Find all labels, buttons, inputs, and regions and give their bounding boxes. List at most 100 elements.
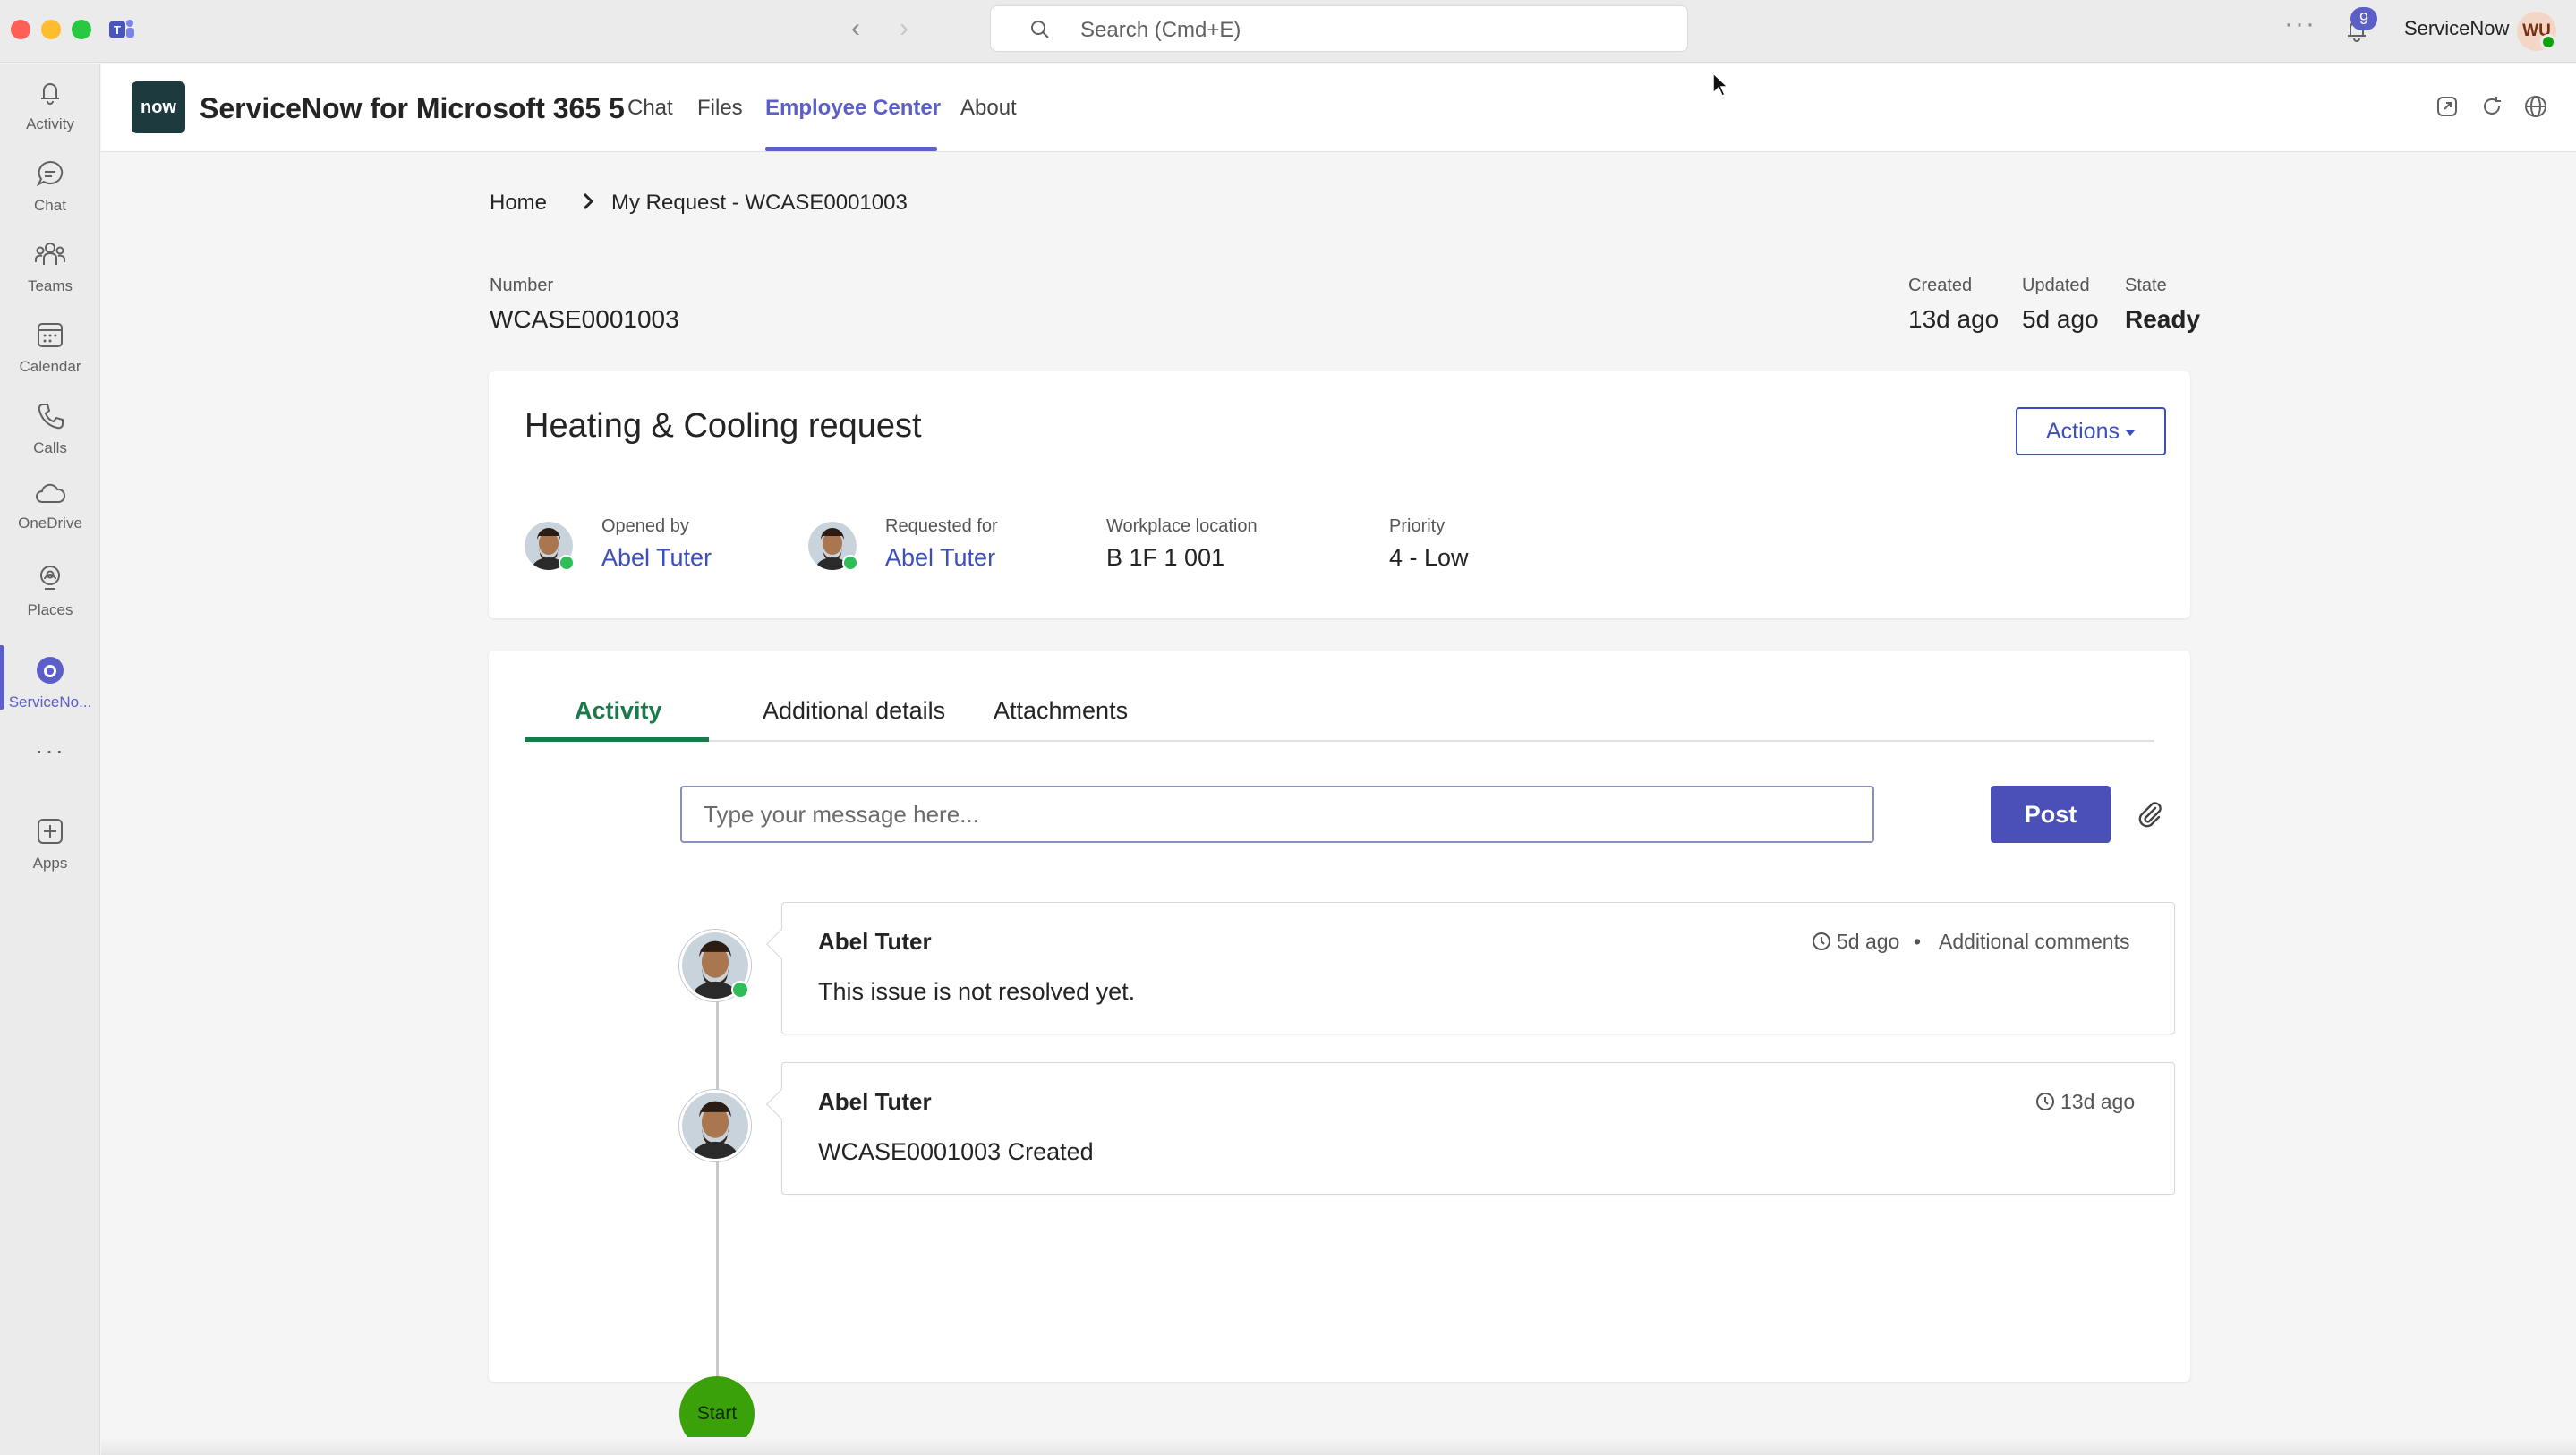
rail-item-servicenow[interactable]: ServiceNo... bbox=[0, 654, 100, 711]
presence-available-icon bbox=[2540, 34, 2556, 50]
priority-label: Priority bbox=[1389, 516, 1446, 536]
post-button[interactable]: Post bbox=[1991, 786, 2111, 843]
activity-entry: Abel Tuter 5d ago • Additional comments … bbox=[766, 902, 2175, 1034]
rail-label: ServiceNo... bbox=[8, 693, 92, 710]
message-input[interactable] bbox=[680, 786, 1874, 843]
created-value: 13d ago bbox=[1908, 305, 2000, 333]
entry-body: WCASE0001003 Created bbox=[818, 1138, 1094, 1165]
org-name[interactable]: ServiceNow bbox=[2404, 17, 2509, 40]
opened-by-link[interactable]: Abel Tuter bbox=[601, 544, 712, 572]
workplace-location-value: B 1F 1 001 bbox=[1106, 544, 1225, 571]
search-placeholder: Search (Cmd+E) bbox=[1080, 18, 1241, 42]
caret-down-icon bbox=[2124, 429, 2136, 436]
tab-employee-center[interactable]: Employee Center bbox=[765, 96, 941, 121]
tab-attachments[interactable]: Attachments bbox=[994, 697, 1128, 725]
rail-item-calls[interactable]: Calls bbox=[0, 400, 100, 457]
notification-count-badge: 9 bbox=[2350, 7, 2377, 30]
refresh-icon[interactable] bbox=[2479, 94, 2504, 119]
zoom-window-button[interactable] bbox=[72, 20, 91, 39]
servicenow-logo: now bbox=[132, 81, 185, 133]
minimize-window-button[interactable] bbox=[41, 20, 61, 39]
back-icon[interactable]: ‹ bbox=[840, 13, 872, 45]
entry-time-text: 5d ago bbox=[1837, 930, 1900, 953]
actions-button[interactable]: Actions bbox=[2016, 407, 2166, 455]
rail-item-calendar[interactable]: Calendar bbox=[0, 319, 100, 376]
state-value: Ready bbox=[2125, 305, 2201, 333]
entry-separator: • bbox=[1914, 930, 1922, 953]
request-summary-card: Heating & Cooling request Actions Opened… bbox=[489, 371, 2190, 618]
entry-body: This issue is not resolved yet. bbox=[818, 978, 1136, 1005]
presence-available-icon bbox=[559, 555, 575, 571]
rail-item-apps[interactable]: Apps bbox=[0, 815, 100, 872]
chat-icon bbox=[36, 160, 64, 187]
svg-text:T: T bbox=[114, 23, 121, 37]
window-bottom-edge bbox=[101, 1437, 2576, 1455]
globe-icon[interactable] bbox=[2523, 94, 2548, 119]
rail-label: Chat bbox=[34, 197, 66, 214]
main-content: Home My Request - WCASE0001003 Number WC… bbox=[101, 153, 2576, 1455]
avatar bbox=[679, 1090, 751, 1161]
created-label: Created bbox=[1908, 276, 1973, 295]
close-window-button[interactable] bbox=[11, 20, 30, 39]
presence-available-icon bbox=[842, 555, 858, 571]
requested-for-link[interactable]: Abel Tuter bbox=[885, 544, 995, 572]
updated-label: Updated bbox=[2022, 276, 2090, 295]
breadcrumb-home[interactable]: Home bbox=[490, 191, 547, 216]
rail-label: OneDrive bbox=[18, 515, 82, 532]
entry-timestamp: 13d ago bbox=[2035, 1090, 2135, 1114]
bell-icon bbox=[41, 83, 59, 105]
search-bar[interactable]: Search (Cmd+E) bbox=[990, 5, 1688, 52]
rail-label: Apps bbox=[32, 855, 68, 872]
timeline-line bbox=[716, 945, 719, 1379]
state-label: State bbox=[2125, 276, 2167, 295]
opened-by-label: Opened by bbox=[601, 516, 689, 536]
servicenow-icon bbox=[37, 657, 64, 684]
more-apps-icon[interactable]: ··· bbox=[0, 736, 100, 765]
activity-entry: Abel Tuter 13d ago WCASE0001003 Created bbox=[766, 1062, 2175, 1195]
more-options-icon[interactable]: ··· bbox=[2284, 9, 2316, 39]
person-photo-icon bbox=[682, 1093, 748, 1159]
tab-chat[interactable]: Chat bbox=[627, 96, 673, 121]
search-icon bbox=[1031, 21, 1049, 38]
rail-item-activity[interactable]: Activity bbox=[0, 76, 100, 133]
rail-item-chat[interactable]: Chat bbox=[0, 157, 100, 215]
rail-item-teams[interactable]: Teams bbox=[0, 238, 100, 295]
tab-files[interactable]: Files bbox=[697, 96, 743, 121]
rail-label: Calls bbox=[33, 439, 67, 456]
rail-label: Teams bbox=[27, 277, 73, 294]
priority-value: 4 - Low bbox=[1389, 544, 1469, 571]
rail-label: Calendar bbox=[19, 358, 81, 375]
places-icon bbox=[40, 566, 60, 590]
teams-icon bbox=[35, 242, 65, 265]
entry-timestamp: 5d ago bbox=[1812, 930, 1899, 954]
tab-activity[interactable]: Activity bbox=[575, 697, 662, 725]
chevron-right-icon bbox=[583, 192, 594, 210]
mouse-cursor-icon bbox=[1712, 72, 1729, 97]
requested-for-label: Requested for bbox=[885, 516, 998, 536]
clock-icon bbox=[1813, 932, 1830, 950]
clock-icon bbox=[2036, 1093, 2054, 1110]
updated-value: 5d ago bbox=[2022, 305, 2099, 333]
paperclip-icon[interactable] bbox=[2134, 798, 2166, 830]
presence-available-icon bbox=[731, 981, 749, 999]
title-bar: T ‹ › Search (Cmd+E) ··· 9 ServiceNow WU bbox=[0, 0, 2576, 63]
app-title: ServiceNow for Microsoft 365 5 bbox=[200, 92, 625, 124]
entry-author: Abel Tuter bbox=[818, 928, 932, 955]
workplace-location-label: Workplace location bbox=[1106, 516, 1258, 536]
active-tab-indicator bbox=[525, 737, 709, 742]
add-app-icon bbox=[38, 819, 63, 844]
active-tab-indicator bbox=[765, 147, 937, 151]
request-title: Heating & Cooling request bbox=[525, 407, 922, 445]
rail-item-onedrive[interactable]: OneDrive bbox=[0, 481, 100, 532]
app-header: now ServiceNow for Microsoft 365 5 Chat … bbox=[101, 64, 2576, 152]
forward-icon[interactable]: › bbox=[888, 13, 920, 45]
tab-additional-details[interactable]: Additional details bbox=[763, 697, 945, 725]
entry-type: Additional comments bbox=[1939, 930, 2130, 953]
popout-icon[interactable] bbox=[2435, 94, 2460, 119]
phone-icon bbox=[38, 404, 64, 430]
tab-about[interactable]: About bbox=[960, 96, 1017, 121]
rail-item-places[interactable]: Places bbox=[0, 562, 100, 619]
case-number: WCASE0001003 bbox=[490, 305, 679, 333]
number-label: Number bbox=[490, 276, 554, 295]
actions-label: Actions bbox=[2046, 419, 2120, 444]
